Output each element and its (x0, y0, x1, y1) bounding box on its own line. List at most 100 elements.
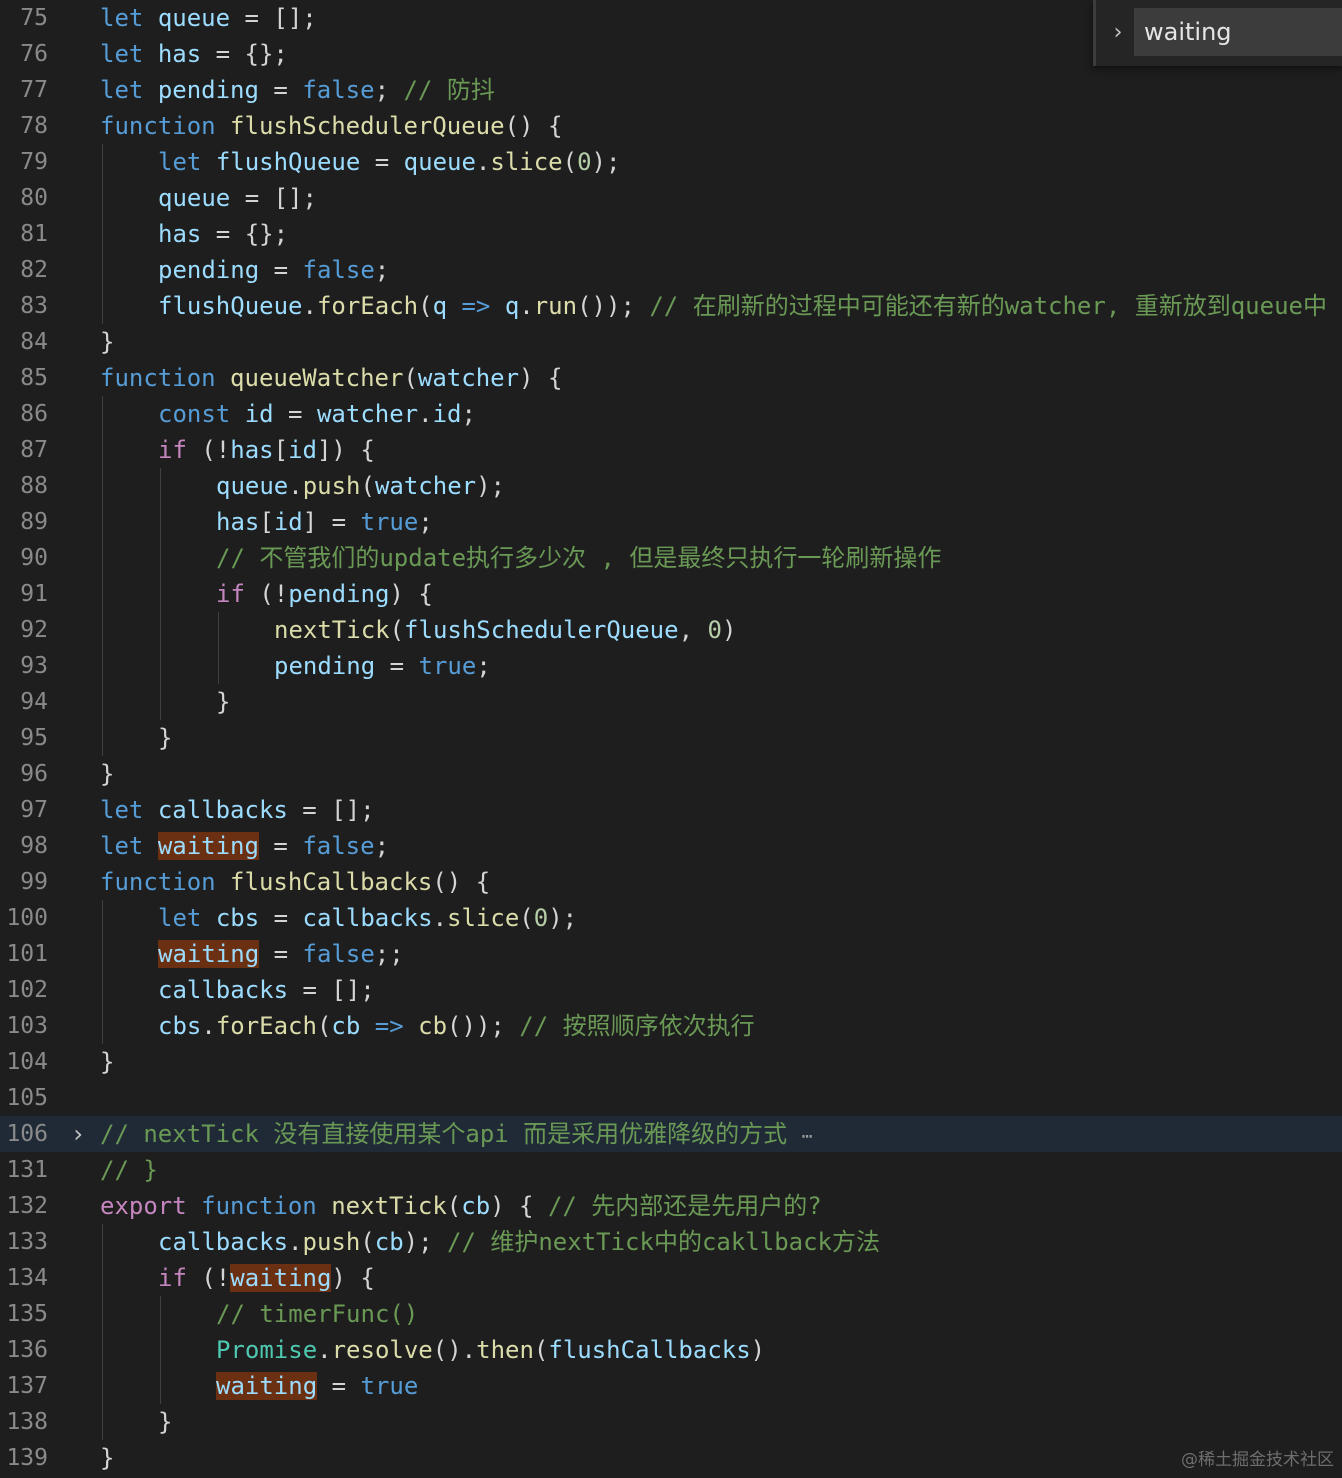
code-line[interactable]: 131 // } (0, 1152, 1342, 1188)
code-line[interactable]: 88 queue.push(watcher); (0, 468, 1342, 504)
code-text: } (158, 1404, 172, 1440)
code-line[interactable]: 80 queue = []; (0, 180, 1342, 216)
code-line[interactable]: 135 // timerFunc() (0, 1296, 1342, 1332)
line-number: 97 (20, 797, 48, 823)
code-line[interactable]: 132 export function nextTick(cb) { // 先内部… (0, 1188, 1342, 1224)
code-token: ); (476, 472, 506, 500)
code-token: cb (374, 1228, 404, 1256)
code-line[interactable]: 138} (0, 1404, 1342, 1440)
line-number: 94 (20, 689, 48, 715)
chevron-right-icon[interactable]: › (1106, 16, 1130, 50)
chevron-right-icon[interactable]: › (66, 1116, 90, 1152)
code-text: } (216, 684, 230, 720)
code-token: = []; (230, 4, 317, 32)
code-line[interactable]: 134 if (!waiting) { (0, 1260, 1342, 1296)
code-text: cbs.forEach(cb => cb()); // 按照顺序依次执行 (158, 1008, 755, 1044)
code-token: ) { (389, 580, 433, 608)
code-token: function (100, 112, 216, 140)
code-text: nextTick(flushSchedulerQueue, 0) (274, 612, 736, 648)
line-number: 79 (20, 149, 48, 175)
code-line[interactable]: 137 waiting = true (0, 1368, 1342, 1404)
code-line[interactable]: 139} (0, 1440, 1342, 1476)
indent-guide (102, 1224, 103, 1440)
code-token: ()); (577, 292, 650, 320)
code-token: // 不管我们的update执行多少次 , 但是最终只执行一轮刷新操作 (216, 544, 942, 572)
code-line[interactable]: 83 flushQueue.forEach(q => q.run()); // 在… (0, 288, 1342, 324)
line-number: 133 (6, 1229, 48, 1255)
code-line[interactable]: 82 pending = false; (0, 252, 1342, 288)
indent-guide (102, 144, 103, 324)
code-token: function (100, 868, 216, 896)
code-token: = (360, 148, 404, 176)
code-line[interactable]: 92 nextTick(flushSchedulerQueue, 0) (0, 612, 1342, 648)
line-number: 84 (20, 329, 48, 355)
code-token: push (302, 472, 361, 500)
code-token: pending (157, 76, 259, 104)
code-line[interactable]: 136 Promise.resolve().then(flushCallbacks… (0, 1332, 1342, 1368)
code-token: function (201, 1192, 317, 1220)
search-match: waiting (216, 1372, 318, 1400)
code-line[interactable]: 77 let pending = false; // 防抖 (0, 72, 1342, 108)
code-line[interactable]: 90 // 不管我们的update执行多少次 , 但是最终只执行一轮刷新操作 (0, 540, 1342, 576)
indent-guide (102, 900, 103, 1044)
code-line[interactable]: 105 (0, 1080, 1342, 1116)
code-text: function flushCallbacks() { (100, 864, 490, 900)
code-token: = (259, 904, 303, 932)
code-line[interactable]: 84} (0, 324, 1342, 360)
code-token: q (504, 292, 520, 320)
code-text: let flushQueue = queue.slice(0); (158, 144, 620, 180)
code-token: ( (389, 616, 405, 644)
code-token: forEach (316, 292, 419, 320)
code-line[interactable]: 91 if (!pending) { (0, 576, 1342, 612)
code-token: push (302, 1228, 361, 1256)
code-line[interactable]: 95} (0, 720, 1342, 756)
find-input[interactable] (1134, 8, 1342, 56)
code-line[interactable]: 93 pending = true; (0, 648, 1342, 684)
code-line[interactable]: 98 let waiting = false; (0, 828, 1342, 864)
code-token: => (461, 292, 491, 320)
code-line[interactable]: 133 callbacks.push(cb); // 维护nextTick中的ca… (0, 1224, 1342, 1260)
code-token: ) (750, 1336, 766, 1364)
indent-guide (160, 468, 161, 720)
code-line[interactable]: 89 has[id] = true; (0, 504, 1342, 540)
code-line[interactable]: 94} (0, 684, 1342, 720)
code-line[interactable]: 104} (0, 1044, 1342, 1080)
code-token: . (201, 1012, 216, 1040)
line-number: 80 (20, 185, 48, 211)
code-token: callbacks (158, 976, 289, 1004)
code-token: } (100, 760, 115, 788)
code-line[interactable]: 103 cbs.forEach(cb => cb()); // 按照顺序依次执行 (0, 1008, 1342, 1044)
code-token: // 按照顺序依次执行 (519, 1012, 755, 1040)
code-token: ) (721, 616, 737, 644)
code-line[interactable]: 78 function flushSchedulerQueue() { (0, 108, 1342, 144)
code-token: watcher (316, 400, 419, 428)
code-token: forEach (215, 1012, 317, 1040)
code-line[interactable]: 81 has = {}; (0, 216, 1342, 252)
code-line[interactable]: 100 let cbs = callbacks.slice(0); (0, 900, 1342, 936)
code-line[interactable]: 87 if (!has[id]) { (0, 432, 1342, 468)
code-line[interactable]: 99 function flushCallbacks() { (0, 864, 1342, 900)
code-editor[interactable]: 75 let queue = []; 76 let has = {}; 77 let pe… (0, 0, 1342, 1478)
code-line[interactable]: 86 const id = watcher.id; (0, 396, 1342, 432)
code-token: . (519, 292, 534, 320)
code-line[interactable]: 102 callbacks = []; (0, 972, 1342, 1008)
code-token: ( (316, 1012, 332, 1040)
folded-code-line[interactable]: 106 › // nextTick 没有直接使用某个api 而是采用优雅降级的方式 … (0, 1116, 1342, 1152)
code-token: ( (533, 1336, 549, 1364)
code-token: () { (432, 868, 491, 896)
code-line[interactable]: 85 function queueWatcher(watcher) { (0, 360, 1342, 396)
code-token: } (100, 1048, 115, 1076)
code-token: [ (273, 436, 289, 464)
code-text: const id = watcher.id; (158, 396, 476, 432)
code-line[interactable]: 96} (0, 756, 1342, 792)
code-token: = (273, 400, 317, 428)
code-line[interactable]: 101 waiting = false;; (0, 936, 1342, 972)
code-token: callbacks (158, 1228, 289, 1256)
code-line[interactable]: 97 let callbacks = []; (0, 792, 1342, 828)
code-line[interactable]: 79 let flushQueue = queue.slice(0); (0, 144, 1342, 180)
